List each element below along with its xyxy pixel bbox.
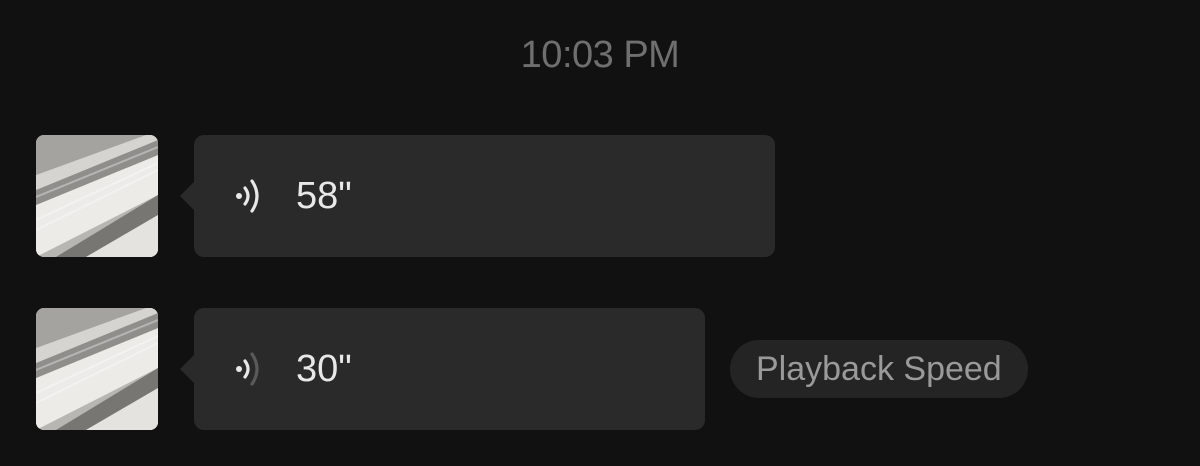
avatar[interactable] — [36, 135, 158, 257]
chat-screen: 10:03 PM 58" 30" Playback Speed — [0, 0, 1200, 466]
voice-message-bubble[interactable]: 58" — [180, 135, 775, 257]
voice-message-bubble[interactable]: 30" — [180, 308, 705, 430]
voice-duration: 58" — [296, 175, 352, 217]
voice-duration: 30" — [296, 348, 352, 390]
voice-wave-icon — [236, 352, 259, 386]
message-timestamp: 10:03 PM — [520, 34, 680, 76]
voice-wave-icon — [236, 179, 259, 213]
avatar[interactable] — [36, 308, 158, 430]
playback-speed-button[interactable]: Playback Speed — [730, 340, 1028, 398]
